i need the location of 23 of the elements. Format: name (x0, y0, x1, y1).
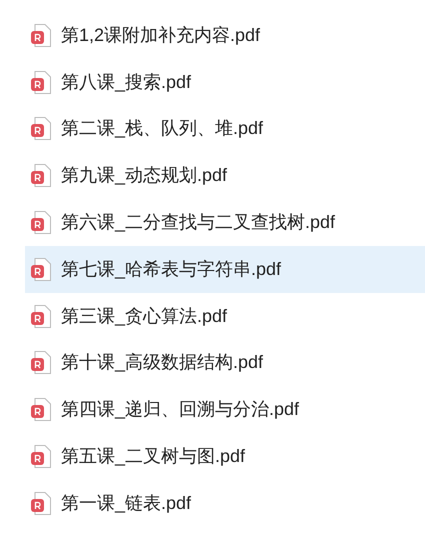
file-name: 第六课_二分查找与二叉查找树.pdf (61, 211, 336, 234)
pdf-file-icon (31, 117, 51, 140)
pdf-file-icon (31, 211, 51, 234)
pdf-file-icon (31, 445, 51, 468)
pdf-file-icon (31, 492, 51, 515)
file-name: 第1,2课附加补充内容.pdf (61, 24, 260, 47)
pdf-file-icon (31, 24, 51, 47)
file-name: 第八课_搜索.pdf (61, 70, 192, 94)
pdf-file-icon (31, 164, 51, 188)
file-name: 第四课_递归、回溯与分治.pdf (61, 398, 300, 422)
file-name: 第十课_高级数据结构.pdf (61, 351, 264, 374)
file-row[interactable]: 第七课_哈希表与字符串.pdf (25, 246, 425, 293)
pdf-file-icon (31, 258, 51, 281)
file-name: 第一课_链表.pdf (61, 492, 192, 515)
file-name: 第三课_贪心算法.pdf (61, 304, 228, 328)
file-name: 第二课_栈、队列、堆.pdf (61, 117, 264, 140)
pdf-file-icon (31, 70, 51, 94)
file-name: 第九课_动态规划.pdf (61, 164, 228, 188)
file-name: 第五课_二叉树与图.pdf (61, 445, 246, 468)
file-name: 第七课_哈希表与字符串.pdf (61, 258, 282, 281)
pdf-file-icon (31, 351, 51, 374)
pdf-file-icon (31, 398, 51, 422)
pdf-file-icon (31, 304, 51, 328)
